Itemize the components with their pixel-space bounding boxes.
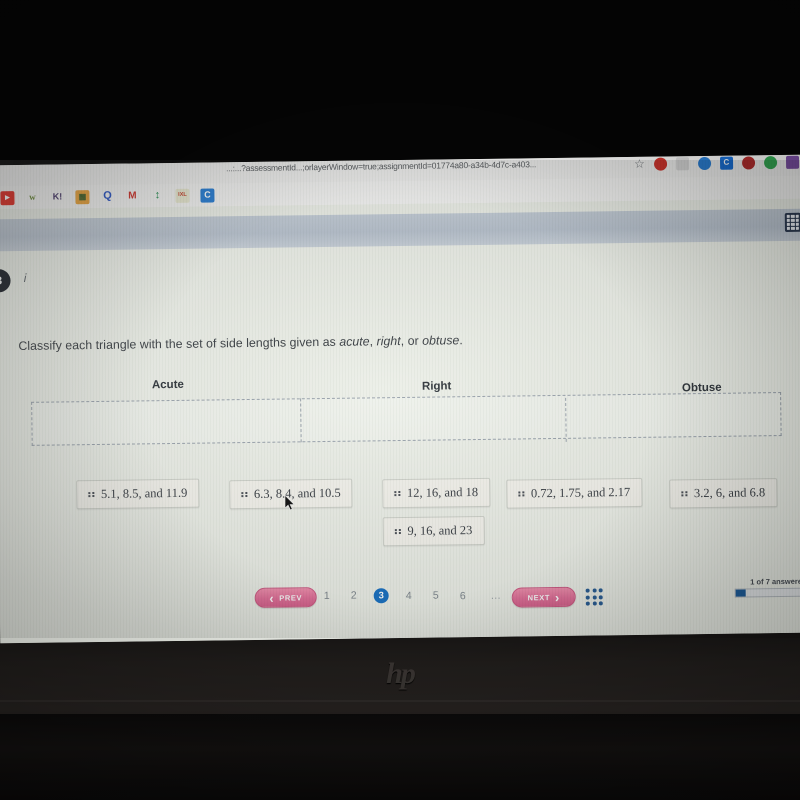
column-header-acute: Acute xyxy=(151,378,184,392)
extension-icon-5[interactable] xyxy=(741,155,755,170)
page-button-5[interactable]: 5 xyxy=(429,589,443,602)
bookmark-star-icon[interactable]: ☆ xyxy=(634,157,645,171)
bookmark-youtube[interactable]: ▶ xyxy=(0,190,15,205)
page-button-2[interactable]: 2 xyxy=(347,590,361,602)
pagination-bar: ‹ PREV 1 2 3 4 5 6 … NEXT › xyxy=(0,575,800,624)
tile-1[interactable]: 5.1, 8.5, and 11.9 xyxy=(76,478,200,510)
bookmark-image-icon[interactable]: ▦ xyxy=(75,189,90,204)
drag-handle-icon[interactable] xyxy=(241,491,247,498)
extension-icon-3[interactable] xyxy=(697,156,711,170)
next-label: NEXT xyxy=(527,592,551,602)
next-arrow-icon: › xyxy=(554,589,561,605)
prompt-text-lead: Classify each triangle with the set of s… xyxy=(18,334,340,354)
bookmark-gmail[interactable]: M xyxy=(125,189,139,203)
keyboard-deck xyxy=(0,714,800,800)
tile-2-label: 6.3, 8.4, and 10.5 xyxy=(253,485,341,501)
tile-4[interactable]: 0.72, 1.75, and 2.17 xyxy=(506,477,643,509)
dropzone-right[interactable] xyxy=(300,395,566,442)
drag-handle-icon[interactable] xyxy=(681,490,688,497)
next-button[interactable]: NEXT › xyxy=(511,586,576,608)
tile-5-label: 3.2, 6, and 6.8 xyxy=(693,485,766,501)
extension-icon-6[interactable] xyxy=(763,155,777,169)
mouse-cursor xyxy=(285,495,295,511)
laptop-screen: ...:...?assessmentId...;orlayerWindow=tr… xyxy=(0,154,800,644)
prompt-period: . xyxy=(459,333,463,348)
tile-5[interactable]: 3.2, 6, and 6.8 xyxy=(669,478,778,509)
tile-6[interactable]: 9, 16, and 23 xyxy=(382,515,485,547)
assessment-page: 3 𝑖 Classify each triangle with the set … xyxy=(0,198,800,644)
bezel-divider xyxy=(0,700,800,702)
extension-icon-4[interactable]: C xyxy=(719,156,733,170)
prev-button[interactable]: ‹ PREV xyxy=(254,587,317,608)
drag-handle-icon[interactable] xyxy=(518,491,525,497)
page-button-4[interactable]: 4 xyxy=(402,590,416,602)
bookmark-quizlet[interactable]: Q xyxy=(100,189,114,203)
app-header-bar xyxy=(0,208,800,252)
bookmark-ixl[interactable]: IXL xyxy=(175,188,190,203)
browser-action-icons: ☆ C xyxy=(634,155,799,171)
calculator-icon[interactable] xyxy=(784,212,800,232)
tile-4-label: 0.72, 1.75, and 2.17 xyxy=(530,485,631,501)
tile-3-label: 12, 16, and 18 xyxy=(406,485,479,500)
bookmark-kahoot[interactable]: K! xyxy=(50,190,64,204)
prompt-term-right: right xyxy=(376,334,401,349)
extension-icon-2[interactable] xyxy=(675,156,689,170)
info-icon[interactable]: 𝑖 xyxy=(23,271,26,286)
tile-1-label: 5.1, 8.5, and 11.9 xyxy=(100,485,188,501)
answered-status-label: 1 of 7 answered xyxy=(750,576,800,587)
extension-icon-7[interactable] xyxy=(785,155,799,169)
prompt-term-acute: acute xyxy=(339,334,370,349)
bookmark-clever[interactable]: C xyxy=(200,187,215,203)
prompt-term-obtuse: obtuse xyxy=(422,333,460,348)
drag-handle-icon[interactable] xyxy=(394,490,400,497)
grid-menu-icon[interactable] xyxy=(585,588,604,606)
pagination-ellipsis: … xyxy=(490,589,502,602)
page-button-1[interactable]: 1 xyxy=(320,590,334,602)
question-prompt: Classify each triangle with the set of s… xyxy=(18,333,463,353)
laptop-photo: hp ...:...?assessmentId...;orlayerWindow… xyxy=(0,0,800,800)
bookmark-arrow-icon[interactable]: ↕ xyxy=(150,189,164,203)
column-header-right: Right xyxy=(421,380,452,393)
prev-arrow-icon: ‹ xyxy=(269,590,275,606)
dropzone-acute[interactable] xyxy=(31,398,301,446)
hp-brand-logo: hp xyxy=(386,657,416,690)
address-bar[interactable]: ...:...?assessmentId...;orlayerWindow=tr… xyxy=(226,158,626,173)
page-button-6[interactable]: 6 xyxy=(456,590,470,602)
drag-handle-icon[interactable] xyxy=(394,528,401,535)
tile-3[interactable]: 12, 16, and 18 xyxy=(382,477,491,509)
dropzone-obtuse[interactable] xyxy=(565,394,782,441)
tile-6-label: 9, 16, and 23 xyxy=(407,523,473,538)
drag-handle-icon[interactable] xyxy=(88,491,94,498)
page-button-3-active[interactable]: 3 xyxy=(373,588,389,604)
prev-label: PREV xyxy=(279,592,303,603)
question-number-badge: 3 xyxy=(0,269,11,293)
extension-icon-1[interactable] xyxy=(653,157,667,171)
prompt-sep-2: , or xyxy=(400,333,423,349)
progress-bar xyxy=(734,587,800,598)
bookmark-w[interactable]: w xyxy=(25,190,39,204)
progress-bar-fill xyxy=(735,589,746,597)
